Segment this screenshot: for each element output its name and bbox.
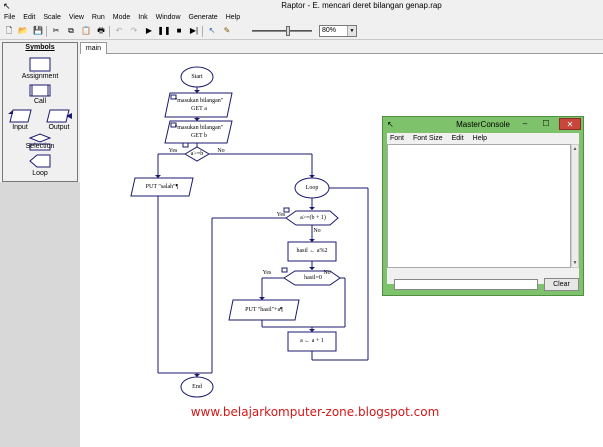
chevron-down-icon[interactable]: ▼ [347, 26, 356, 36]
end-label: End [192, 384, 202, 390]
input-a-prompt: "masukan bilangan" [174, 98, 224, 104]
pointer-icon[interactable]: ↖ [206, 25, 218, 37]
console-menu-help[interactable]: Help [473, 133, 487, 144]
step-icon[interactable]: ▶| [188, 25, 200, 37]
save-icon[interactable]: 💾 [32, 25, 44, 37]
maximize-icon[interactable]: ☐ [536, 118, 556, 130]
cond1-label: a>=b [190, 151, 204, 157]
console-menu-edit[interactable]: Edit [452, 133, 464, 144]
copy-icon[interactable]: ⧉ [65, 25, 77, 37]
console-output-panel: ▲ ▼ [387, 144, 579, 284]
menu-run[interactable]: Run [92, 12, 105, 23]
paste-icon[interactable]: 📋 [80, 25, 92, 37]
menu-file[interactable]: File [4, 12, 15, 23]
input-symbol[interactable] [9, 109, 32, 123]
speed-slider[interactable] [252, 25, 312, 37]
window-title: Raptor - E. mencari deret bilangan genap… [281, 1, 442, 10]
open-folder-icon[interactable]: 📂 [17, 25, 29, 37]
call-symbol[interactable] [29, 84, 51, 97]
toolbar-separator [46, 26, 47, 37]
tab-main[interactable]: main [80, 42, 107, 54]
symbol-label-loop: Loop [32, 170, 48, 177]
menu-mode[interactable]: Mode [113, 12, 131, 23]
menu-generate[interactable]: Generate [189, 12, 218, 23]
console-menu-font[interactable]: Font [390, 133, 404, 144]
close-icon[interactable]: ✕ [559, 118, 581, 130]
assign-increment-label: a ← a + 1 [300, 338, 324, 344]
input-a-get: GET a [191, 106, 207, 112]
yes-label: Yes [276, 212, 286, 218]
menu-help[interactable]: Help [226, 12, 240, 23]
watermark-url: www.belajarkomputer-zone.blogspot.com [190, 405, 440, 419]
toolbar-separator [202, 26, 203, 37]
toolbar-separator [109, 26, 110, 37]
speed-slider-track [252, 30, 312, 32]
symbol-label-call: Call [33, 98, 47, 105]
console-menu-font-size[interactable]: Font Size [413, 133, 443, 144]
pause-icon[interactable]: ❚❚ [157, 25, 170, 37]
pen-icon[interactable]: ✎ [221, 25, 233, 37]
symbols-panel: Symbols Assignment Call Input Output Sel… [2, 42, 78, 182]
no-label: No [323, 270, 331, 276]
symbol-label-output: Output [48, 124, 70, 131]
output-salah-label: PUT "salah"¶ [145, 184, 179, 190]
scroll-down-icon[interactable]: ▼ [572, 260, 578, 266]
loop-label: Loop [305, 185, 319, 191]
minimize-icon[interactable]: – [515, 118, 535, 130]
scroll-up-icon[interactable]: ▲ [572, 146, 578, 152]
loop-cond-label: a>=(b + 1) [300, 215, 326, 221]
loop-symbol[interactable] [29, 154, 51, 168]
input-b-get: GET b [190, 133, 208, 139]
yes-label: Yes [168, 148, 178, 154]
menu-scale[interactable]: Scale [43, 12, 61, 23]
symbol-label-input: Input [12, 124, 28, 131]
no-label: No [313, 228, 321, 234]
stop-icon[interactable]: ■ [173, 25, 185, 37]
undo-icon[interactable]: ↶ [113, 25, 125, 37]
output-symbol[interactable] [46, 109, 70, 123]
assignment-symbol[interactable] [29, 57, 51, 72]
menu-ink[interactable]: Ink [138, 12, 147, 23]
menu-window[interactable]: Window [156, 12, 181, 23]
console-scrollbar[interactable]: ▲ ▼ [571, 144, 579, 268]
cut-icon[interactable]: ✂ [50, 25, 62, 37]
symbol-label-assignment: Assignment [21, 73, 59, 80]
master-console-window: ↖ MasterConsole – ☐ ✕ Font Font Size Edi… [382, 116, 584, 296]
symbol-label-selection: Selection [25, 143, 55, 150]
title-bar: ↖ Raptor - E. mencari deret bilangan gen… [0, 0, 603, 12]
redo-icon[interactable]: ↷ [128, 25, 140, 37]
yes-label: Yes [262, 270, 272, 276]
console-output-area[interactable] [387, 144, 571, 268]
menu-view[interactable]: View [69, 12, 84, 23]
console-input-field[interactable] [394, 279, 538, 290]
symbols-shapes [8, 57, 72, 168]
selection-symbol[interactable] [28, 133, 52, 143]
print-icon[interactable]: 🖶 [95, 25, 107, 37]
play-icon[interactable]: ▶ [143, 25, 155, 37]
no-label: No [217, 148, 225, 154]
console-menu-bar: Font Font Size Edit Help [387, 133, 579, 144]
zoom-select[interactable]: 80% ▼ [319, 25, 357, 37]
menu-bar: File Edit Scale View Run Mode Ink Window… [0, 12, 603, 23]
input-b-prompt: "masukan bilangan" [174, 125, 224, 131]
clear-button[interactable]: Clear [544, 278, 579, 291]
new-file-icon[interactable]: 🗋 [3, 25, 15, 37]
menu-edit[interactable]: Edit [23, 12, 35, 23]
output-hasil-label: PUT "hasil"+a¶ [245, 307, 283, 313]
start-label: Start [191, 74, 203, 80]
assign-hasil-label: hasil ← a%2 [296, 248, 328, 254]
left-pane-empty [0, 182, 80, 447]
zoom-value: 80% [322, 27, 337, 34]
speed-slider-thumb[interactable] [286, 26, 290, 36]
